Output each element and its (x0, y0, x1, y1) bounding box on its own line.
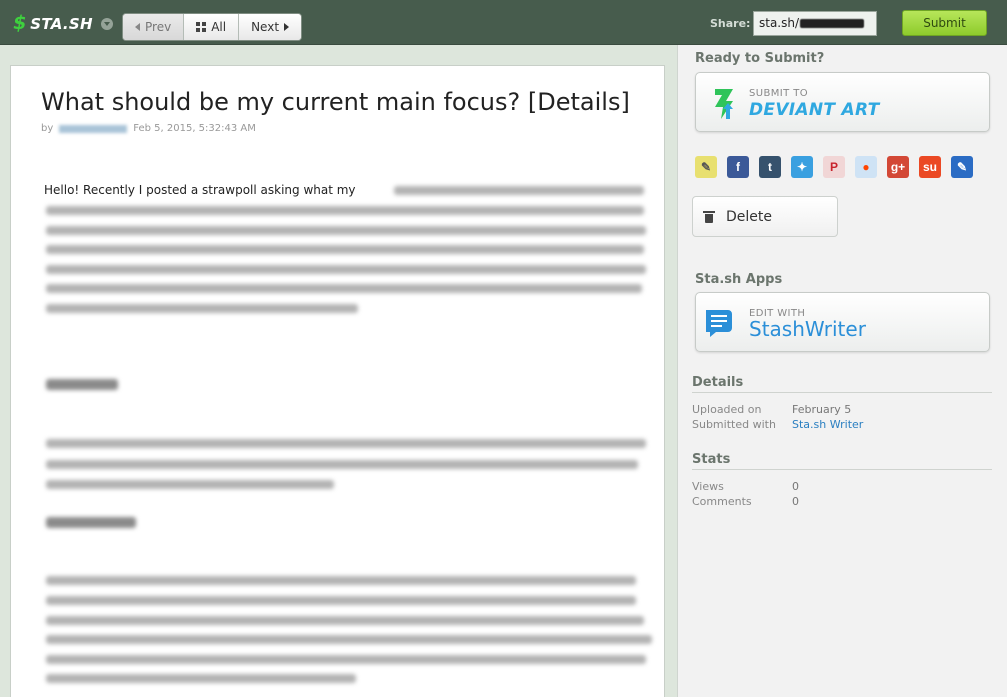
chevron-right-icon (284, 23, 290, 31)
item-navigation: Prev All Next (122, 13, 303, 41)
pinterest-icon[interactable]: P (823, 156, 845, 178)
stats-row: Views 0 (692, 480, 799, 493)
chevron-left-icon (135, 23, 140, 31)
by-prefix: by (41, 123, 54, 134)
deviantart-logo-icon (715, 89, 733, 119)
author-link-redacted[interactable] (59, 124, 128, 133)
right-sidebar: Ready to Submit? SUBMIT TO DEVIANT ART ✎… (677, 45, 1007, 697)
byline: by Feb 5, 2015, 5:32:43 AM (41, 123, 256, 134)
deviation-content: What should be my current main focus? [D… (10, 65, 665, 697)
edit-icon[interactable]: ✎ (951, 156, 973, 178)
ready-to-submit-label: Ready to Submit? (695, 51, 825, 66)
stat-key: Views (692, 480, 724, 493)
trash-icon (703, 210, 715, 223)
note-icon[interactable]: ✎ (695, 156, 717, 178)
page-title: What should be my current main focus? [D… (41, 88, 630, 116)
stash-logo-text: STA.SH (30, 14, 93, 33)
submit-button[interactable]: Submit (902, 10, 987, 36)
detail-key: Uploaded on (692, 403, 762, 416)
stash-apps-label: Sta.sh Apps (695, 272, 783, 287)
reddit-icon[interactable]: ● (855, 156, 877, 178)
delete-button[interactable]: Delete (692, 196, 838, 237)
submit-to-deviantart-button[interactable]: SUBMIT TO DEVIANT ART (695, 72, 990, 132)
detail-row: Uploaded on February 5 (692, 403, 851, 416)
stat-value: 0 (792, 480, 799, 493)
detail-key: Submitted with (692, 418, 776, 431)
body-lead-text: Hello! Recently I posted a strawpoll ask… (44, 183, 356, 197)
all-label: All (211, 20, 227, 34)
stash-logo[interactable]: $ STA.SH (11, 12, 113, 34)
edit-with-stashwriter-button[interactable]: EDIT WITH StashWriter (695, 292, 990, 352)
share-label: Share: (710, 17, 751, 30)
delete-label: Delete (726, 208, 772, 225)
facebook-icon[interactable]: f (727, 156, 749, 178)
stat-key: Comments (692, 495, 752, 508)
post-date: Feb 5, 2015, 5:32:43 AM (133, 123, 256, 134)
grid-icon (196, 22, 207, 32)
tumblr-icon[interactable]: t (759, 156, 781, 178)
prev-label: Prev (145, 20, 172, 34)
logo-menu-caret-icon[interactable] (100, 17, 113, 30)
next-button[interactable]: Next (239, 14, 302, 40)
stumbleupon-icon[interactable]: su (919, 156, 941, 178)
top-bar: $ STA.SH Prev All Next Share: sta.sh/ Su… (0, 0, 1007, 45)
submit-to-label: SUBMIT TO (749, 88, 808, 99)
stats-row: Comments 0 (692, 495, 799, 508)
share-url-field[interactable]: sta.sh/ (753, 11, 877, 36)
next-label: Next (251, 20, 280, 34)
prev-button[interactable]: Prev (123, 14, 185, 40)
details-header: Details (692, 375, 992, 393)
deviantart-label: DEVIANT ART (749, 100, 880, 120)
stat-value: 0 (792, 495, 799, 508)
stats-header: Stats (692, 452, 992, 470)
all-button[interactable]: All (184, 14, 240, 40)
google-plus-icon[interactable]: g+ (887, 156, 909, 178)
stashwriter-label: StashWriter (749, 317, 866, 341)
share-url-text: sta.sh/ (759, 16, 800, 30)
stash-logo-icon: $ (11, 12, 29, 34)
stash-writer-link[interactable]: Sta.sh Writer (792, 418, 863, 431)
redacted-url-part (800, 19, 865, 28)
stashwriter-icon (706, 310, 732, 337)
detail-value: February 5 (792, 403, 852, 416)
detail-row: Submitted with Sta.sh Writer (692, 418, 863, 431)
share-icons-row: ✎ f t ✦ P ● g+ su ✎ (695, 156, 973, 178)
twitter-icon[interactable]: ✦ (791, 156, 813, 178)
